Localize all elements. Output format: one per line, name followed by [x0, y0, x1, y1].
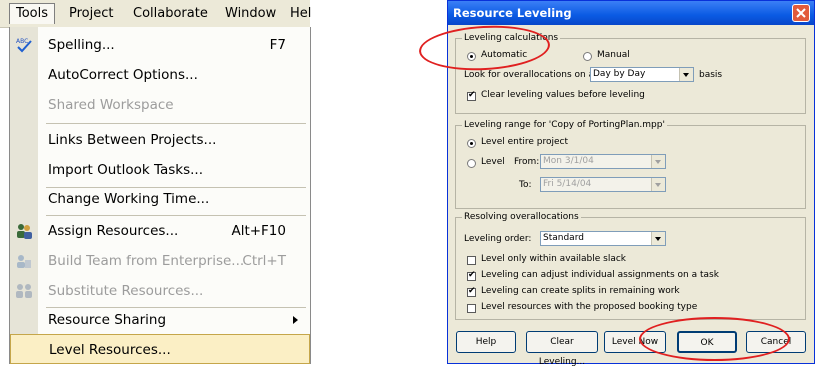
close-button[interactable]	[792, 4, 810, 22]
substitute-resources-icon	[15, 282, 33, 300]
menu-tools[interactable]: Tools	[9, 3, 56, 24]
menu-item-shortcut: Ctrl+T	[242, 253, 286, 269]
menu-item-label: Import Outlook Tasks...	[48, 162, 203, 178]
create-splits-checkbox[interactable]	[467, 286, 476, 297]
menu-item-label: Resource Sharing	[48, 312, 167, 328]
dropdown-arrow-icon	[651, 178, 665, 191]
level-now-button[interactable]: Level Now	[604, 331, 666, 353]
menu-item-shortcut: Alt+F10	[231, 223, 286, 239]
clear-leveling-checkbox[interactable]	[467, 90, 476, 101]
menu-item-label: Spelling...	[48, 37, 115, 53]
automatic-label: Automatic	[481, 50, 528, 60]
level-range-label: Level	[481, 157, 505, 167]
close-icon	[796, 8, 806, 18]
option-label: Level resources with the proposed bookin…	[481, 302, 698, 312]
menu-item-label: AutoCorrect Options...	[48, 67, 198, 83]
menu-window[interactable]: Window	[225, 5, 276, 23]
menu-separator	[46, 123, 306, 124]
menu-project[interactable]: Project	[69, 5, 113, 23]
adjust-assignments-checkbox[interactable]	[467, 270, 476, 281]
menu-item-assign-resources[interactable]: Assign Resources... Alt+F10	[10, 216, 310, 246]
option-label: Leveling can adjust individual assignmen…	[481, 270, 719, 280]
basis-label: basis	[699, 70, 723, 80]
menu-item-autocorrect[interactable]: AutoCorrect Options...	[10, 60, 310, 90]
field-value: Mon 3/1/04	[543, 156, 594, 166]
clear-leveling-button[interactable]: Clear Leveling...	[526, 331, 598, 367]
menu-item-substitute-resources[interactable]: Substitute Resources...	[10, 276, 310, 306]
level-range-radio[interactable]	[467, 159, 476, 168]
menu-item-label: Build Team from Enterprise...	[48, 253, 245, 269]
to-date-field[interactable]: Fri 5/14/04	[540, 177, 666, 192]
automatic-radio[interactable]	[467, 52, 476, 61]
group-label: Leveling calculations	[462, 33, 561, 43]
clear-leveling-label: Clear leveling values before leveling	[481, 90, 645, 100]
from-label: From:	[514, 157, 540, 167]
level-entire-project-radio[interactable]	[467, 139, 476, 148]
from-date-field[interactable]: Mon 3/1/04	[540, 154, 666, 169]
slack-only-checkbox[interactable]	[467, 256, 476, 265]
menu-item-label: Shared Workspace	[48, 97, 174, 113]
menu-item-shortcut: F7	[269, 37, 286, 53]
help-button[interactable]: Help	[456, 331, 516, 353]
resolving-overallocations-group: Resolving overallocations Leveling order…	[455, 212, 806, 320]
spelling-icon: ABC	[15, 36, 33, 54]
menu-item-level-resources[interactable]: Level Resources...	[10, 334, 310, 364]
tools-menu-panel: Tools Project Collaborate Window Hel ABC…	[0, 0, 311, 364]
menu-item-import-outlook-tasks[interactable]: Import Outlook Tasks...	[10, 155, 310, 185]
manual-label: Manual	[597, 50, 630, 60]
assign-resources-icon	[15, 222, 33, 240]
leveling-range-group: Leveling range for 'Copy of PortingPlan.…	[455, 120, 806, 209]
overallocation-label: Look for overallocations on a	[464, 70, 595, 80]
menu-item-change-working-time[interactable]: Change Working Time...	[10, 184, 310, 214]
cancel-button[interactable]: Cancel	[746, 331, 806, 353]
group-label: Resolving overallocations	[462, 212, 581, 222]
menu-item-links-between-projects[interactable]: Links Between Projects...	[10, 125, 310, 155]
menu-item-resource-sharing[interactable]: Resource Sharing	[10, 305, 310, 335]
option-label: Level only within available slack	[481, 254, 627, 264]
menu-bar: Tools Project Collaborate Window Hel	[0, 0, 311, 28]
build-team-icon	[15, 252, 33, 270]
svg-text:ABC: ABC	[16, 38, 28, 45]
leveling-order-label: Leveling order:	[464, 234, 532, 244]
to-label: To:	[519, 180, 532, 190]
proposed-booking-checkbox[interactable]	[467, 304, 476, 313]
menu-item-label: Change Working Time...	[48, 191, 210, 207]
menu-item-label: Links Between Projects...	[48, 132, 217, 148]
overallocation-basis-select[interactable]: Day by Day	[590, 67, 694, 82]
dialog-title: Resource Leveling	[453, 6, 572, 20]
menu-collaborate[interactable]: Collaborate	[133, 5, 208, 23]
resource-leveling-dialog: Resource Leveling Leveling calculations …	[447, 0, 815, 367]
select-value: Day by Day	[593, 69, 646, 79]
menu-item-label: Substitute Resources...	[48, 283, 204, 299]
group-label: Leveling range for 'Copy of PortingPlan.…	[462, 120, 667, 130]
field-value: Fri 5/14/04	[543, 179, 592, 189]
submenu-arrow-icon	[293, 316, 298, 324]
menu-item-label: Assign Resources...	[48, 223, 179, 239]
option-label: Leveling can create splits in remaining …	[481, 286, 680, 296]
leveling-calculations-group: Leveling calculations Automatic Manual L…	[455, 33, 806, 114]
menu-item-spelling[interactable]: ABC Spelling... F7	[10, 30, 310, 60]
menu-item-shared-workspace[interactable]: Shared Workspace	[10, 90, 310, 120]
dialog-titlebar[interactable]: Resource Leveling	[448, 1, 814, 25]
level-entire-project-label: Level entire project	[481, 137, 569, 147]
menu-item-label: Level Resources...	[49, 342, 171, 358]
dropdown-arrow-icon	[651, 232, 665, 245]
leveling-order-select[interactable]: Standard	[540, 231, 666, 246]
menu-help[interactable]: Hel	[290, 5, 311, 23]
select-value: Standard	[543, 233, 584, 243]
menu-item-build-team[interactable]: Build Team from Enterprise... Ctrl+T	[10, 246, 310, 276]
tools-dropdown: ABC Spelling... F7 AutoCorrect Options..…	[9, 27, 311, 364]
dropdown-arrow-icon	[679, 68, 693, 81]
dropdown-arrow-icon	[651, 155, 665, 168]
manual-radio[interactable]	[583, 52, 592, 61]
ok-button[interactable]: OK	[677, 331, 737, 353]
